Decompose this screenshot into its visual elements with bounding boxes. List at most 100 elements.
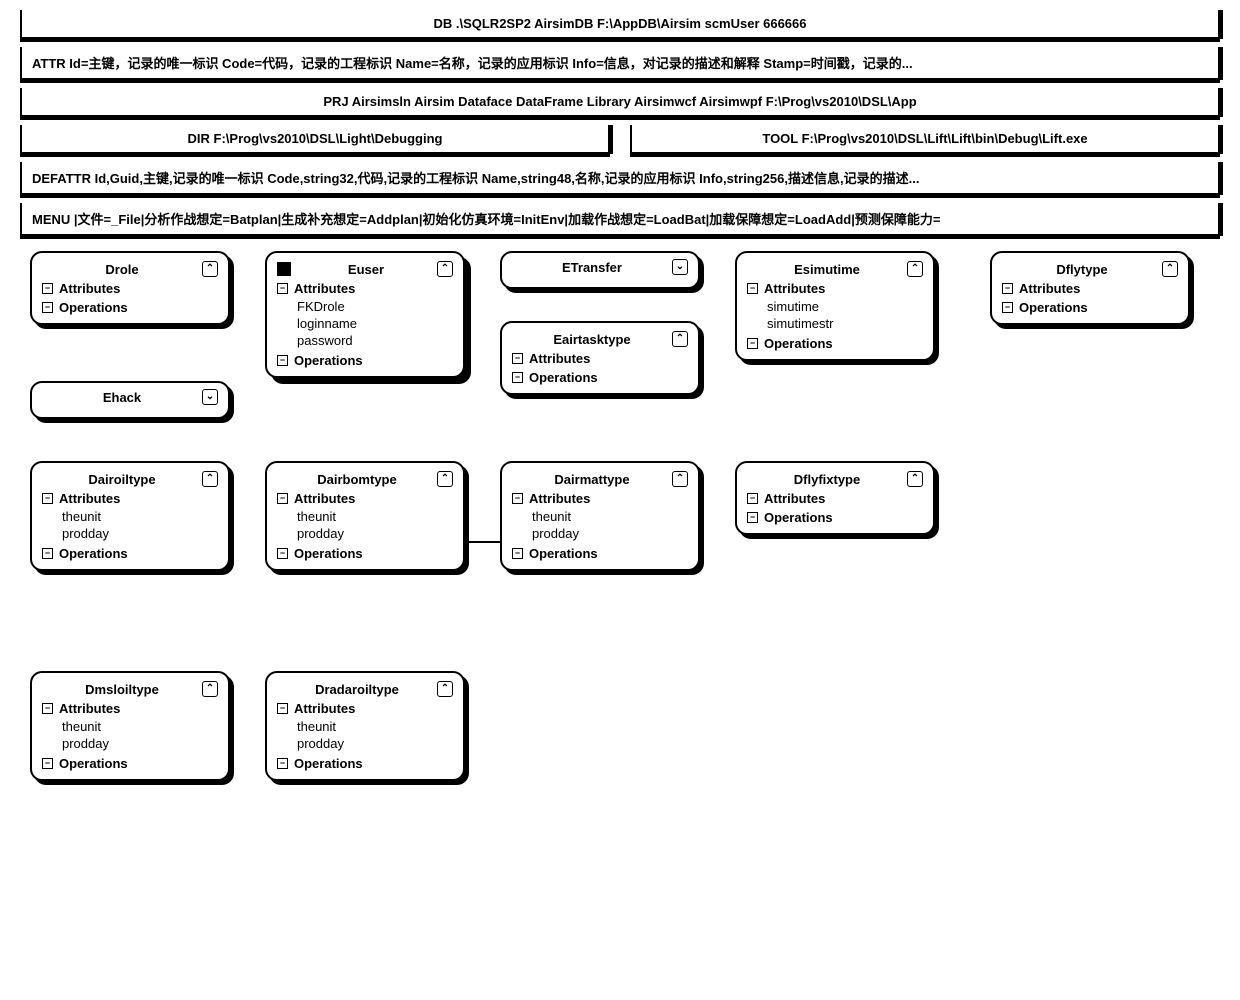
entity-etransfer[interactable]: ETransfer ⌄ (500, 251, 700, 289)
prj-header: PRJ Airsimsln Airsim Dataface DataFrame … (20, 88, 1220, 117)
entity-title: Dmsloiltype (42, 682, 202, 697)
chevron-down-icon[interactable]: ⌄ (672, 259, 688, 275)
operations-section[interactable]: −Operations (277, 353, 453, 368)
attribute-item[interactable]: simutimestr (767, 315, 923, 332)
entity-dflyfixtype[interactable]: Dflyfixtype ⌃ −Attributes −Operations (735, 461, 935, 535)
minus-icon: − (42, 283, 53, 294)
attribute-item[interactable]: theunit (532, 508, 688, 525)
section-label: Attributes (764, 491, 825, 506)
section-label: Attributes (529, 351, 590, 366)
minus-icon: − (512, 548, 523, 559)
attribute-item[interactable]: FKDrole (297, 298, 453, 315)
minus-icon: − (42, 703, 53, 714)
entity-dmsloiltype[interactable]: Dmsloiltype ⌃ −Attributes theunit prodda… (30, 671, 230, 781)
attribute-item[interactable]: loginname (297, 315, 453, 332)
section-label: Attributes (294, 281, 355, 296)
entity-esimutime[interactable]: Esimutime ⌃ −Attributes simutime simutim… (735, 251, 935, 361)
entity-drole[interactable]: Drole ⌃ −Attributes −Operations (30, 251, 230, 325)
section-label: Attributes (1019, 281, 1080, 296)
operations-section[interactable]: −Operations (747, 336, 923, 351)
attribute-item[interactable]: simutime (767, 298, 923, 315)
chevron-down-icon[interactable]: ⌄ (202, 389, 218, 405)
minus-icon: − (277, 355, 288, 366)
minus-icon: − (277, 548, 288, 559)
entity-dairoiltype[interactable]: Dairoiltype ⌃ −Attributes theunit prodda… (30, 461, 230, 571)
attributes-section[interactable]: −Attributes (277, 701, 453, 716)
chevron-up-icon[interactable]: ⌃ (907, 261, 923, 277)
attribute-item[interactable]: theunit (62, 718, 218, 735)
operations-section[interactable]: −Operations (42, 756, 218, 771)
chevron-up-icon[interactable]: ⌃ (437, 261, 453, 277)
entity-title: Dflyfixtype (747, 472, 907, 487)
section-label: Operations (294, 353, 363, 368)
operations-section[interactable]: −Operations (277, 546, 453, 561)
attribute-item[interactable]: theunit (297, 508, 453, 525)
operations-section[interactable]: −Operations (42, 546, 218, 561)
attributes-section[interactable]: −Attributes (277, 491, 453, 506)
chevron-up-icon[interactable]: ⌃ (672, 471, 688, 487)
attributes-section[interactable]: −Attributes (42, 491, 218, 506)
section-label: Operations (529, 546, 598, 561)
attributes-section[interactable]: −Attributes (42, 281, 218, 296)
operations-section[interactable]: −Operations (42, 300, 218, 315)
defattr-header: DEFATTR Id,Guid,主键,记录的唯一标识 Code,string32… (20, 162, 1220, 195)
section-label: Attributes (764, 281, 825, 296)
chevron-up-icon[interactable]: ⌃ (672, 331, 688, 347)
attributes-section[interactable]: −Attributes (1002, 281, 1178, 296)
minus-icon: − (1002, 283, 1013, 294)
chevron-up-icon[interactable]: ⌃ (202, 261, 218, 277)
attribute-item[interactable]: prodday (62, 525, 218, 542)
entity-eairtasktype[interactable]: Eairtasktype ⌃ −Attributes −Operations (500, 321, 700, 395)
section-label: Attributes (294, 701, 355, 716)
dir-header: DIR F:\Prog\vs2010\DSL\Light\Debugging (20, 125, 610, 154)
section-label: Attributes (59, 491, 120, 506)
minus-icon: − (277, 283, 288, 294)
attribute-item[interactable]: password (297, 332, 453, 349)
minus-icon: − (277, 758, 288, 769)
chevron-up-icon[interactable]: ⌃ (907, 471, 923, 487)
chevron-up-icon[interactable]: ⌃ (437, 471, 453, 487)
entity-dradaroiltype[interactable]: Dradaroiltype ⌃ −Attributes theunit prod… (265, 671, 465, 781)
section-label: Operations (294, 756, 363, 771)
chevron-up-icon[interactable]: ⌃ (202, 471, 218, 487)
diagram-canvas[interactable]: Drole ⌃ −Attributes −Operations Ehack ⌄ … (20, 251, 1220, 951)
attr-header: ATTR Id=主键，记录的唯一标识 Code=代码，记录的工程标识 Name=… (20, 47, 1220, 80)
minus-icon: − (42, 758, 53, 769)
entity-title: Dairoiltype (42, 472, 202, 487)
entity-ehack[interactable]: Ehack ⌄ (30, 381, 230, 419)
attribute-item[interactable]: prodday (297, 525, 453, 542)
section-label: Operations (764, 510, 833, 525)
operations-section[interactable]: −Operations (512, 546, 688, 561)
entity-dflytype[interactable]: Dflytype ⌃ −Attributes −Operations (990, 251, 1190, 325)
attribute-item[interactable]: theunit (297, 718, 453, 735)
section-label: Operations (529, 370, 598, 385)
entity-dairmattype[interactable]: Dairmattype ⌃ −Attributes theunit prodda… (500, 461, 700, 571)
attributes-section[interactable]: −Attributes (277, 281, 453, 296)
operations-section[interactable]: −Operations (512, 370, 688, 385)
operations-section[interactable]: −Operations (277, 756, 453, 771)
operations-section[interactable]: −Operations (747, 510, 923, 525)
attributes-section[interactable]: −Attributes (747, 281, 923, 296)
attributes-section[interactable]: −Attributes (747, 491, 923, 506)
chevron-up-icon[interactable]: ⌃ (202, 681, 218, 697)
minus-icon: − (277, 703, 288, 714)
attributes-section[interactable]: −Attributes (512, 351, 688, 366)
operations-section[interactable]: −Operations (1002, 300, 1178, 315)
chevron-up-icon[interactable]: ⌃ (1162, 261, 1178, 277)
attributes-section[interactable]: −Attributes (42, 701, 218, 716)
minus-icon: − (747, 493, 758, 504)
attributes-section[interactable]: −Attributes (512, 491, 688, 506)
db-header: DB .\SQLR2SP2 AirsimDB F:\AppDB\Airsim s… (20, 10, 1220, 39)
entity-dairbomtype[interactable]: Dairbomtype ⌃ −Attributes theunit prodda… (265, 461, 465, 571)
attribute-item[interactable]: prodday (297, 735, 453, 752)
section-label: Attributes (294, 491, 355, 506)
minus-icon: − (42, 493, 53, 504)
entity-euser[interactable]: Euser ⌃ −Attributes FKDrole loginname pa… (265, 251, 465, 378)
attribute-item[interactable]: theunit (62, 508, 218, 525)
section-label: Operations (764, 336, 833, 351)
attribute-item[interactable]: prodday (62, 735, 218, 752)
minus-icon: − (1002, 302, 1013, 313)
section-label: Attributes (59, 701, 120, 716)
chevron-up-icon[interactable]: ⌃ (437, 681, 453, 697)
attribute-item[interactable]: prodday (532, 525, 688, 542)
